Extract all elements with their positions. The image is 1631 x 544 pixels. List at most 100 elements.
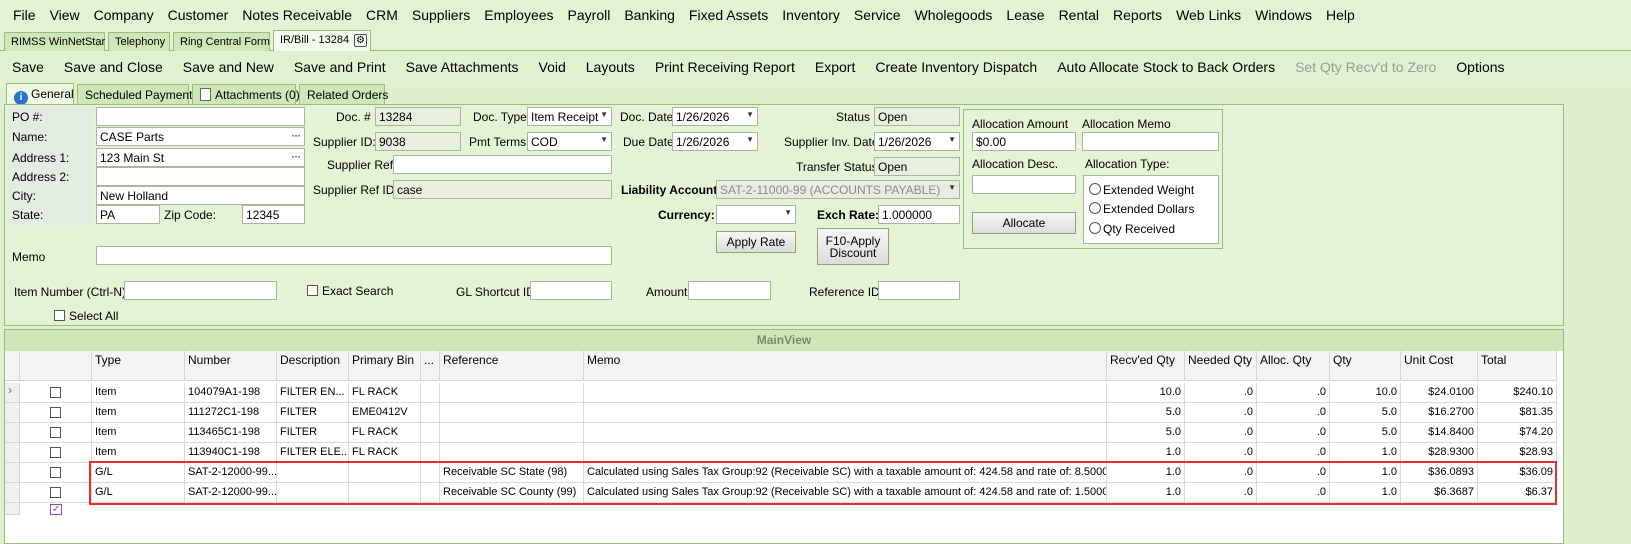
grid-cell-ref[interactable] [440,383,584,403]
grid-cell-desc[interactable]: FILTER EN... [277,383,349,403]
grid-cell-unit[interactable]: $14.8400 [1401,423,1478,443]
menu-suppliers[interactable]: Suppliers [405,7,477,23]
tab-ir-bill[interactable]: IR/Bill - 13284 ⚙ [273,30,371,51]
radio-extended-dollars[interactable] [1089,202,1101,214]
gl-shortcut-input[interactable] [530,281,612,300]
row-selector[interactable]: › [5,383,20,403]
column-header[interactable]: Unit Cost [1401,351,1478,381]
row-selector[interactable] [5,443,20,463]
allocate-button[interactable]: Allocate [972,212,1076,234]
grid-cell-number[interactable]: 104079A1-198 [185,383,277,403]
menu-customer[interactable]: Customer [161,7,236,23]
grid-cell-bin[interactable] [349,483,421,503]
grid-cell-unit[interactable]: $36.0893 [1401,463,1478,483]
grid-cell-recv[interactable]: 1.0 [1107,483,1185,503]
grid-cell-memo[interactable] [584,383,1107,403]
due-date-picker[interactable]: 1/26/2026 ▼ [672,132,758,151]
row-checkbox[interactable] [50,427,61,438]
grid-cell-extra[interactable] [421,443,440,463]
grid-cell-ref[interactable]: Receivable SC County (99) [440,483,584,503]
grid-cell-extra[interactable] [421,403,440,423]
column-header[interactable]: Qty [1330,351,1401,381]
supplier-ref-field[interactable] [393,155,612,174]
column-header[interactable]: Description [277,351,349,381]
grid-cell-recv[interactable]: 10.0 [1107,383,1185,403]
address2-field[interactable] [96,167,305,186]
column-header[interactable]: ... [421,351,440,381]
grid-cell-desc[interactable] [277,483,349,503]
new-row-checkbox[interactable]: ✓ [50,504,62,515]
menu-wholegoods[interactable]: Wholegoods [908,7,1000,23]
create-inventory-dispatch-button[interactable]: Create Inventory Dispatch [869,59,1043,75]
grid-cell-ref[interactable] [440,443,584,463]
grid-cell-bin[interactable]: EME0412V [349,403,421,423]
grid-cell-memo[interactable] [584,423,1107,443]
grid-cell-type[interactable]: G/L [92,463,185,483]
grid-cell-bin[interactable]: FL RACK [349,423,421,443]
grid-cell-qty[interactable]: 1.0 [1330,463,1401,483]
po-field[interactable] [96,107,305,126]
apply-discount-button[interactable]: F10-Apply Discount [817,228,889,265]
grid-cell-bin[interactable]: FL RACK [349,443,421,463]
grid-cell-total[interactable]: $6.37 [1478,483,1557,503]
pmt-terms-select[interactable]: COD ▼ [527,132,612,151]
state-field[interactable]: PA [96,205,160,224]
grid-cell-type[interactable]: Item [92,383,185,403]
grid-cell-qty[interactable]: 1.0 [1330,443,1401,463]
void-button[interactable]: Void [533,59,572,75]
grid-cell-needed[interactable]: .0 [1185,463,1257,483]
select-all-checkbox[interactable] [54,310,65,321]
item-number-input[interactable] [124,281,277,300]
row-selector[interactable] [5,483,20,503]
menu-windows[interactable]: Windows [1248,7,1319,23]
grid-cell-memo[interactable] [584,403,1107,423]
grid-cell-bin[interactable] [349,463,421,483]
row-checkbox[interactable] [50,467,61,478]
row-selector[interactable] [5,403,20,423]
exact-search-checkbox[interactable] [307,285,318,296]
grid-cell-total[interactable]: $81.35 [1478,403,1557,423]
menu-file[interactable]: File [6,7,43,23]
save-and-new-button[interactable]: Save and New [177,59,280,75]
grid-cell-total[interactable]: $240.10 [1478,383,1557,403]
layouts-button[interactable]: Layouts [580,59,641,75]
row-checkbox[interactable] [50,387,61,398]
column-header-blank[interactable] [5,351,20,381]
grid-cell-type[interactable]: G/L [92,483,185,503]
menu-employees[interactable]: Employees [477,7,560,23]
grid-cell-qty[interactable]: 10.0 [1330,383,1401,403]
doc-type-select[interactable]: Item Receipt ▼ [527,107,612,126]
row-selector[interactable] [5,463,20,483]
grid-cell-total[interactable]: $36.09 [1478,463,1557,483]
column-header[interactable]: Number [185,351,277,381]
grid-cell-memo[interactable]: Calculated using Sales Tax Group:92 (Rec… [584,483,1107,503]
grid-cell-extra[interactable] [421,463,440,483]
menu-crm[interactable]: CRM [359,7,405,23]
tab-ring-central[interactable]: Ring Central Form [173,32,270,51]
pin-icon[interactable]: ⚙ [354,34,367,47]
grid-cell-unit[interactable]: $6.3687 [1401,483,1478,503]
grid-cell-desc[interactable]: FILTER ELE... [277,443,349,463]
grid-cell-bin[interactable]: FL RACK [349,383,421,403]
grid-cell-ref[interactable]: Receivable SC State (98) [440,463,584,483]
allocation-memo-field[interactable] [1082,132,1219,151]
menu-service[interactable]: Service [847,7,908,23]
currency-select[interactable]: ▼ [716,205,796,224]
grid-cell-needed[interactable]: .0 [1185,403,1257,423]
grid-cell-number[interactable]: SAT-2-12000-99... [185,483,277,503]
grid-cell-desc[interactable] [277,463,349,483]
grid-cell-alloc[interactable]: .0 [1257,383,1330,403]
ellipsis-icon[interactable]: ··· [291,149,301,163]
radio-extended-weight[interactable] [1089,183,1101,195]
grid-cell-ref[interactable] [440,423,584,443]
ellipsis-icon[interactable]: ··· [291,128,301,142]
grid-cell-number[interactable]: SAT-2-12000-99... [185,463,277,483]
menu-company[interactable]: Company [87,7,161,23]
grid-cell-alloc[interactable]: .0 [1257,403,1330,423]
export-button[interactable]: Export [809,59,861,75]
column-header[interactable]: Alloc. Qty [1257,351,1330,381]
allocation-desc-field[interactable] [972,175,1076,194]
column-header[interactable]: Primary Bin [349,351,421,381]
grid-cell-qty[interactable]: 1.0 [1330,483,1401,503]
doc-date-picker[interactable]: 1/26/2026 ▼ [672,107,758,126]
